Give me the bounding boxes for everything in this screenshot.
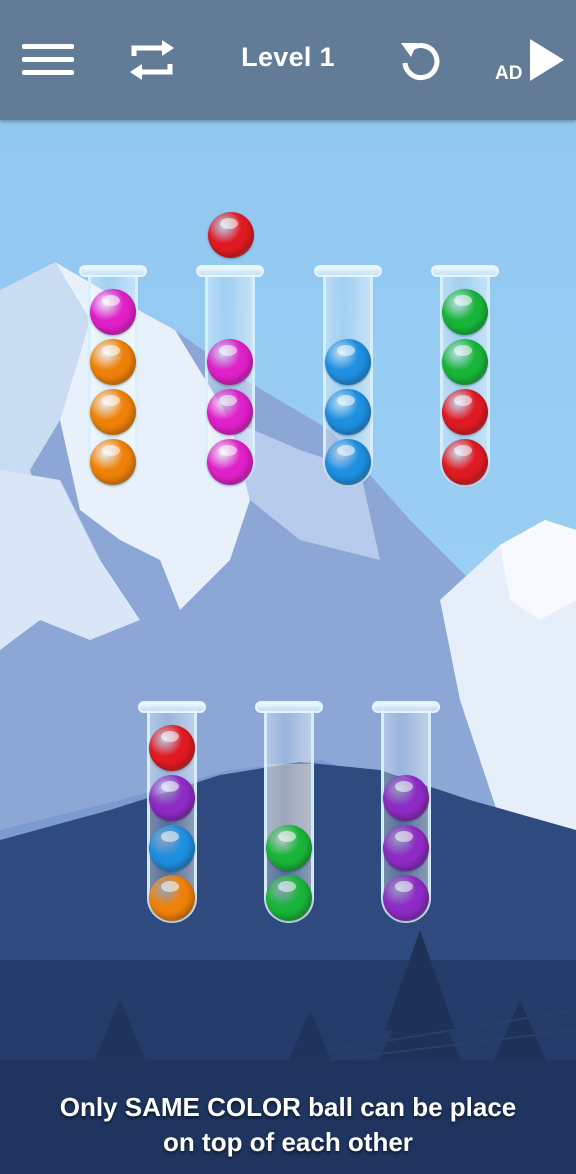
tube[interactable]	[431, 265, 499, 489]
ball-orange	[90, 439, 136, 485]
tube-lip	[314, 265, 382, 277]
ball-blue	[149, 825, 195, 871]
tube-lip	[79, 265, 147, 277]
tube-lip	[138, 701, 206, 713]
tube-lip	[372, 701, 440, 713]
selected-ball[interactable]	[208, 212, 254, 258]
tube-lip	[431, 265, 499, 277]
ball-blue	[325, 339, 371, 385]
mountain-background	[0, 0, 576, 1174]
hint-line-1: Only SAME COLOR ball can be place	[59, 1092, 517, 1122]
tube-lip	[196, 265, 264, 277]
shuffle-icon[interactable]	[122, 30, 182, 90]
ball-purple	[383, 775, 429, 821]
ball-purple	[383, 875, 429, 921]
tube[interactable]	[79, 265, 147, 489]
ball-purple	[149, 775, 195, 821]
ball-green	[442, 339, 488, 385]
ball-red	[442, 389, 488, 435]
menu-icon[interactable]	[18, 30, 78, 90]
play-icon[interactable]	[516, 30, 576, 90]
ball-orange	[90, 389, 136, 435]
tube[interactable]	[314, 265, 382, 489]
ball-magenta	[207, 389, 253, 435]
ball-magenta	[207, 339, 253, 385]
undo-icon[interactable]	[390, 30, 450, 90]
ball-orange	[90, 339, 136, 385]
tube[interactable]	[138, 701, 206, 925]
ball-purple	[383, 825, 429, 871]
tube[interactable]	[372, 701, 440, 925]
ball-green	[266, 875, 312, 921]
top-bar: Level 1 AD	[0, 0, 576, 120]
ball-green	[266, 825, 312, 871]
hint-line-2: on top of each other	[163, 1127, 413, 1157]
ball-blue	[325, 389, 371, 435]
tube[interactable]	[255, 701, 323, 925]
tube[interactable]	[196, 265, 264, 489]
level-title: Level 1	[241, 42, 335, 72]
ball-blue	[325, 439, 371, 485]
ball-orange	[149, 875, 195, 921]
tube-lip	[255, 701, 323, 713]
ball-green	[442, 289, 488, 335]
ball-red	[442, 439, 488, 485]
hint-text: Only SAME COLOR ball can be place on top…	[0, 1090, 576, 1160]
ball-magenta	[90, 289, 136, 335]
ball-magenta	[207, 439, 253, 485]
ball-red	[149, 725, 195, 771]
